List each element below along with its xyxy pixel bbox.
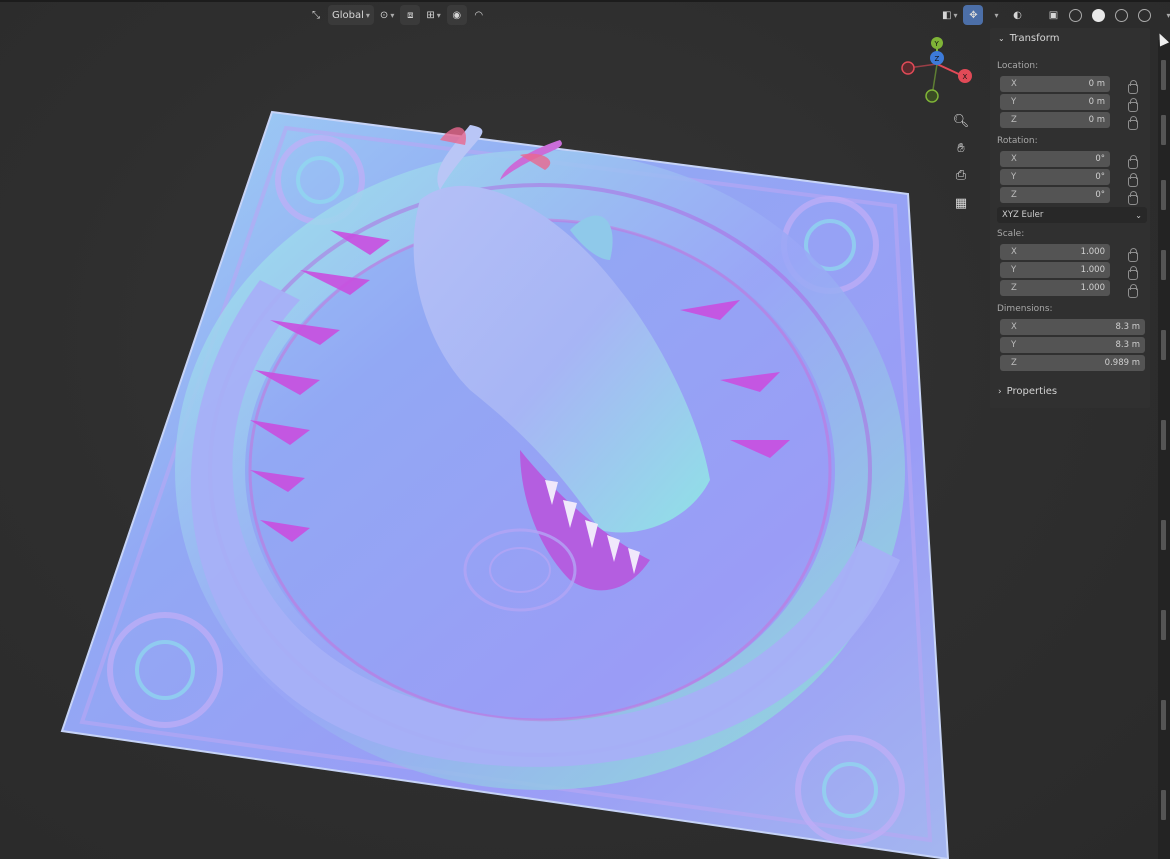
shading-rendered-icon[interactable] xyxy=(1134,5,1155,25)
properties-title: Properties xyxy=(1006,386,1058,397)
lock-rotation-z-icon[interactable] xyxy=(1128,191,1138,205)
gizmo-z-label: Z xyxy=(935,55,940,63)
tab-addon-5[interactable] xyxy=(1161,700,1166,730)
view-object-types-icon[interactable]: ◧ ▾ xyxy=(938,5,961,25)
orientation-label: Global xyxy=(332,9,364,21)
rotation-x-field[interactable]: X 0° xyxy=(1000,151,1110,167)
hand-pan-icon[interactable]: ✋︎ xyxy=(950,137,972,159)
proportional-edit-icon[interactable]: ◉ xyxy=(446,5,467,25)
pivot-icon[interactable]: ⊙ ▾ xyxy=(376,5,398,25)
location-z-field[interactable]: Z0 m xyxy=(1000,112,1110,128)
location-label: Location: xyxy=(997,61,1039,71)
tab-item[interactable] xyxy=(1161,60,1166,90)
lock-location-x-icon[interactable] xyxy=(1128,80,1138,94)
viewport-header-right: ◧ ▾ ✥ ▾ ◐ ▣ ▾ xyxy=(938,5,1170,25)
transform-orientation-dropdown[interactable]: Global ▾ xyxy=(328,5,374,25)
snap-icon[interactable]: ⧈ xyxy=(400,5,421,25)
shading-solid-icon[interactable] xyxy=(1088,5,1109,25)
zoom-icon[interactable]: 🔍︎ xyxy=(950,110,972,132)
rotation-label: Rotation: xyxy=(997,136,1038,146)
scale-x-field[interactable]: X 1.000 xyxy=(1000,244,1110,260)
gizmo-neg-y[interactable] xyxy=(925,89,939,103)
transform-orientation-icon[interactable]: ⤡ xyxy=(306,5,326,25)
tab-tool[interactable] xyxy=(1161,115,1166,145)
dimensions-x-field[interactable]: X 8.3 m xyxy=(1000,319,1145,335)
tab-edit[interactable] xyxy=(1161,250,1166,280)
gizmo-icon[interactable]: ✥ xyxy=(963,5,984,25)
xray-icon[interactable]: ▣ xyxy=(1043,5,1063,25)
location-y-field[interactable]: Y0 m xyxy=(1000,94,1110,110)
rotation-y-field[interactable]: Y 0° xyxy=(1000,169,1110,185)
dimensions-y-field[interactable]: Y 8.3 m xyxy=(1000,337,1145,353)
snap-target-icon[interactable]: ⊞ ▾ xyxy=(422,5,444,25)
overlays-icon[interactable]: ◐ xyxy=(1007,5,1027,25)
properties-panel-header[interactable]: › Properties xyxy=(998,386,1057,397)
dimensions-label: Dimensions: xyxy=(997,304,1053,314)
rotation-mode-select[interactable]: XYZ Euler ⌄ xyxy=(997,207,1147,223)
tab-view[interactable] xyxy=(1161,180,1166,210)
shading-wireframe-icon[interactable] xyxy=(1065,5,1086,25)
camera-view-icon[interactable]: ⎙ xyxy=(950,164,972,186)
ortho-grid-icon[interactable]: ▦ xyxy=(950,192,972,214)
gizmo-x-label: X xyxy=(963,73,968,81)
scale-label: Scale: xyxy=(997,229,1025,239)
chevron-down-icon: ⌄ xyxy=(1135,210,1142,220)
scale-y-field[interactable]: Y 1.000 xyxy=(1000,262,1110,278)
lock-rotation-y-icon[interactable] xyxy=(1128,173,1138,187)
rotation-z-field[interactable]: Z 0° xyxy=(1000,187,1110,203)
gizmo-y-label: Y xyxy=(934,40,940,48)
tab-addon-1[interactable] xyxy=(1161,330,1166,360)
lock-scale-z-icon[interactable] xyxy=(1128,284,1138,298)
shading-dropdown-icon[interactable]: ▾ xyxy=(1157,5,1170,25)
lock-location-z-icon[interactable] xyxy=(1128,116,1138,130)
chevron-right-icon: › xyxy=(998,386,1002,397)
gizmo-dropdown-icon[interactable]: ▾ xyxy=(985,5,1005,25)
lock-scale-y-icon[interactable] xyxy=(1128,266,1138,280)
tab-addon-4[interactable] xyxy=(1161,610,1166,640)
transform-panel-header[interactable]: ⌄ Transform xyxy=(998,33,1059,44)
tab-addon-3[interactable] xyxy=(1161,520,1166,550)
location-x-field[interactable]: X0 m xyxy=(1000,76,1110,92)
lock-rotation-x-icon[interactable] xyxy=(1128,155,1138,169)
dimensions-z-field[interactable]: Z 0.989 m xyxy=(1000,355,1145,371)
navigation-gizmo[interactable]: Z X Y xyxy=(895,30,980,110)
tab-addon-6[interactable] xyxy=(1161,790,1166,820)
falloff-icon[interactable]: ◠ xyxy=(469,5,489,25)
shading-material-icon[interactable] xyxy=(1111,5,1132,25)
tab-addon-2[interactable] xyxy=(1161,420,1166,450)
transform-title: Transform xyxy=(1009,33,1060,44)
chevron-down-icon: ⌄ xyxy=(998,34,1005,43)
lock-location-y-icon[interactable] xyxy=(1128,98,1138,112)
viewport-header-left: ⤡ Global ▾ ⊙ ▾ ⧈ ⊞ ▾ ◉ ◠ xyxy=(306,5,489,25)
gizmo-neg-x[interactable] xyxy=(901,61,915,75)
scale-z-field[interactable]: Z 1.000 xyxy=(1000,280,1110,296)
lock-scale-x-icon[interactable] xyxy=(1128,248,1138,262)
